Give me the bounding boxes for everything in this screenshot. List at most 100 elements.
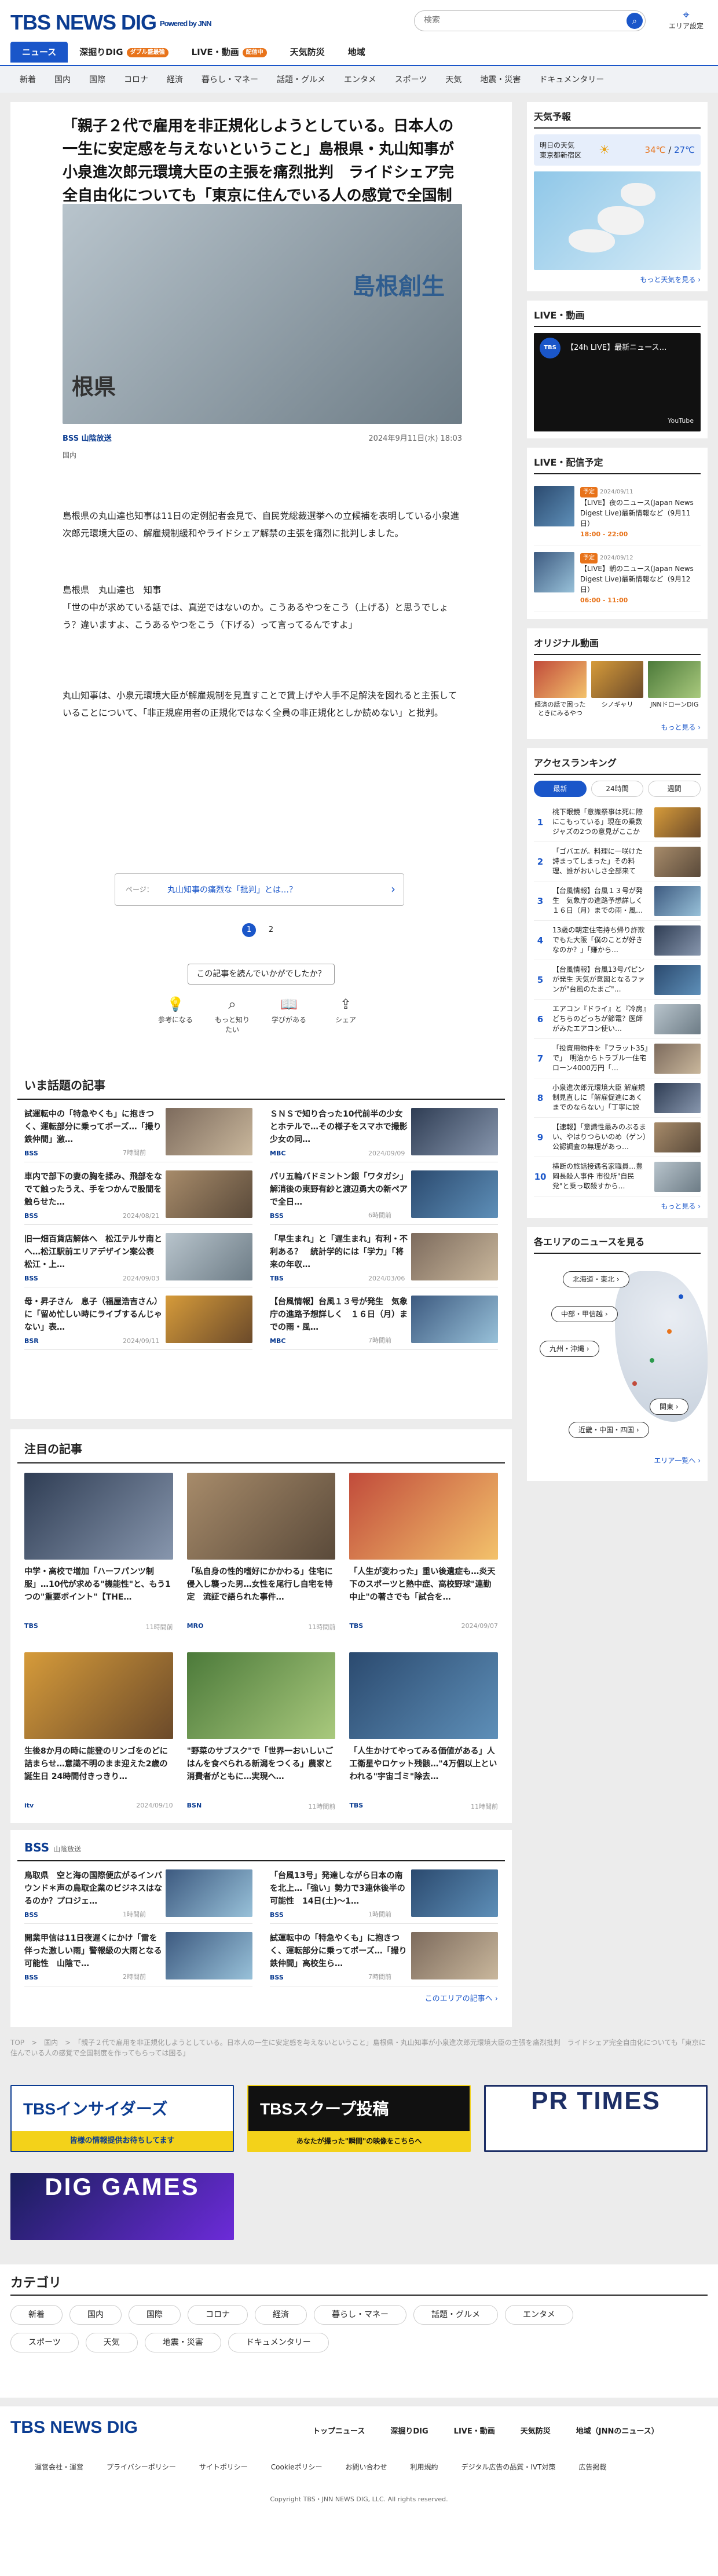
news-item[interactable]: ＳＮＳで知り合った10代前半の少女とホテルで…その様子をスマホで撮影 少女の同…… <box>270 1100 498 1162</box>
footer-link[interactable]: 運営会社・運営 <box>35 2462 83 2472</box>
ranking-item[interactable]: 10 横断の旅話接遇名家職員…豊岡長殺人事件 市役所"自民党"と乗っ取殺すから… <box>534 1157 701 1196</box>
more-link[interactable]: もっと見る › <box>534 722 701 732</box>
category-chip[interactable]: 国内 <box>69 2305 122 2325</box>
category-chip[interactable]: 暮らし・マネー <box>314 2305 406 2325</box>
page-2[interactable]: 2 <box>264 923 278 937</box>
cat-link[interactable]: 国際 <box>80 74 115 85</box>
tab-dig[interactable]: 深掘りDIG ダブル盛最強 <box>68 42 179 63</box>
news-item[interactable]: 車内で部下の妻の胸を揉み、飛部をなでて触ったうえ、手をつかんで股間を触らせた… B… <box>24 1162 252 1225</box>
ranking-tab-latest[interactable]: 最新 <box>534 781 587 797</box>
search-box[interactable]: ⌕ <box>414 10 646 31</box>
category-chip[interactable]: 経済 <box>255 2305 307 2325</box>
area-button-chubu[interactable]: 中部・甲信越 › <box>551 1306 618 1322</box>
ranking-item[interactable]: 3 【台風情報】台風１３号が発生 気象庁の進路予想詳しく１６日（月）までの雨・風… <box>534 881 701 921</box>
banner-prtimes[interactable]: PR TIMES <box>484 2085 708 2152</box>
breadcrumb[interactable]: TOP > 国内 > 「親子２代で雇用を非正規化しようとしている。日本人の一生に… <box>10 2037 708 2058</box>
ranking-item[interactable]: 4 13歳の朝定住宅持ち帰り詐欺でもた大阪「僕のことが好きなのか？」「嫌から… <box>534 921 701 960</box>
footer-link[interactable]: プライバシーポリシー <box>107 2462 176 2472</box>
footer-link[interactable]: Cookieポリシー <box>271 2462 323 2472</box>
cat-link[interactable]: 国内 <box>45 74 80 85</box>
footer-link[interactable]: 天気防災 <box>521 2425 551 2436</box>
weather-map[interactable] <box>534 171 701 270</box>
footer-link[interactable]: トップニュース <box>313 2425 365 2436</box>
category-chip[interactable]: スポーツ <box>10 2333 79 2352</box>
category-chip[interactable]: 新着 <box>10 2305 63 2325</box>
category-chip[interactable]: コロナ <box>188 2305 248 2325</box>
tab-live[interactable]: LIVE・動画 配信中 <box>180 42 279 63</box>
ranking-item[interactable]: 8 小泉進次郎元環境大臣 解雇規制見直しに「解雇促進にあくまでのならない」「丁寧に… <box>534 1078 701 1118</box>
news-item[interactable]: 【台風情報】台風１３号が発生 気象庁の進路予想詳しく １６日（月）までの雨・風…… <box>270 1287 498 1350</box>
cat-link[interactable]: 暮らし・マネー <box>192 74 268 85</box>
area-button-kyushu[interactable]: 九州・沖縄 › <box>540 1341 599 1357</box>
tab-region[interactable]: 地域 <box>336 42 377 63</box>
more-link[interactable]: もっと見る › <box>534 1201 701 1211</box>
ranking-item[interactable]: 2「ゴバエが。料理に一咲けた詩まってしまった」その料理、誰がおいしさ全部来てる？ <box>534 842 701 881</box>
news-item[interactable]: 「早生まれ」と「遅生まれ」有利・不利ある？ 統計学的には「学力」「将来の年収… T… <box>270 1225 498 1287</box>
cat-link[interactable]: 新着 <box>10 74 45 85</box>
tab-news[interactable]: ニュース <box>10 42 68 63</box>
footer-link[interactable]: LIVE・動画 <box>454 2425 495 2436</box>
article-source[interactable]: BSS 山陰放送 <box>63 434 112 443</box>
footer-logo[interactable]: TBS NEWS DIG <box>10 2418 138 2438</box>
ranking-tab-24h[interactable]: 24時間 <box>591 781 644 797</box>
featured-card[interactable]: "野菜のサブスク"で「世界一おいしいごはんを食べられる新潟をつくる」農家と消費者… <box>186 1652 336 1832</box>
footer-link[interactable]: 深掘りDIG <box>390 2425 428 2436</box>
weather-bar[interactable]: 明日の天気 東京都新宿区 ☀ 34℃ / 27℃ <box>534 134 701 166</box>
footer-link[interactable]: 利用規約 <box>411 2462 438 2472</box>
ranking-tab-week[interactable]: 週間 <box>648 781 701 797</box>
cat-link[interactable]: コロナ <box>115 74 157 85</box>
live-schedule-item[interactable]: 予定 2024/09/12 【LIVE】朝のニュース(Japan News Dige… <box>534 546 701 612</box>
search-icon[interactable]: ⌕ <box>627 13 643 29</box>
area-button-kinki-chugoku-shikoku[interactable]: 近畿・中国・四国 › <box>569 1422 649 1438</box>
area-setting-button[interactable]: ⌖ エリア設定 <box>666 8 706 31</box>
news-item[interactable]: 鳥取県 空と海の国際便広がるインバウンド＊声の鳥取企業のビジネスはなるのか？プロ… <box>24 1861 252 1924</box>
category-chip[interactable]: 国際 <box>129 2305 181 2325</box>
cat-link[interactable]: ドキュメンタリー <box>530 74 613 85</box>
news-item[interactable]: パリ五輪バドミントン銀「ワタガシ」解消後の東野有紗と渡辺勇大の新ペアで全日… BS… <box>270 1162 498 1225</box>
cat-link[interactable]: 天気 <box>436 74 471 85</box>
featured-card[interactable]: 「人生かけてやってみる価値がある」人工衛星やロケット残骸…"4万個以上といわれる… <box>349 1652 498 1832</box>
category-chip[interactable]: ドキュメンタリー <box>228 2333 329 2352</box>
cat-link[interactable]: 地震・災害 <box>471 74 530 85</box>
survey-button[interactable]: この記事を読んでいかがでしたか？ <box>188 964 335 985</box>
featured-card[interactable]: 生後8か月の時に能登のリンゴをのどに詰まらせ…意識不明のまま迎えた2歳の誕生日 … <box>24 1652 173 1832</box>
category-chip[interactable]: エンタメ <box>505 2305 573 2325</box>
live-schedule-item[interactable]: 予定 2024/09/11 【LIVE】夜のニュース(Japan News Dige… <box>534 480 701 546</box>
news-item[interactable]: 試運転中の「特急やくも」に抱きつく、運転部分に乗ってポーズ…「撮り鉄仲間」高校生… <box>270 1924 498 1986</box>
search-input[interactable] <box>424 16 615 25</box>
area-button-hokkaido-tohoku[interactable]: 北海道・東北 › <box>563 1271 629 1287</box>
reaction-share[interactable]: ⇪ シェア <box>325 994 366 1034</box>
news-item[interactable]: 母・昇子さん 息子（福屋浩吉さん）に「留め忙しい時にライブするんじゃない」表… B… <box>24 1287 252 1350</box>
news-item[interactable]: 試運転中の「特急やくも」に抱きつく、運転部分に乗ってポーズ…「撮り鉄仲間」激… B… <box>24 1100 252 1162</box>
featured-card[interactable]: 「私自身の性的嗜好にかかわる」住宅に侵入し襲った男…女性を尾行し自宅を特定 流証… <box>186 1473 336 1652</box>
ranking-item[interactable]: 5 【台風情報】台風13号パピンが発生 天気が意図となるファンが"台風のたまご"… <box>534 960 701 1000</box>
reaction-more[interactable]: ⌕ もっと知りたい <box>212 994 252 1034</box>
category-chip[interactable]: 天気 <box>85 2333 138 2352</box>
original-video-item[interactable]: JNNドローンDIG <box>648 661 701 718</box>
related-link-box[interactable]: ページ： 丸山知事の痛烈な「批判」とは…？ › <box>115 873 404 906</box>
ranking-item[interactable]: 7 「投資用物件を『フラット35』で」 明治からトラブル一住宅ローン4000万円「… <box>534 1039 701 1078</box>
cat-link[interactable]: 話題・グルメ <box>268 74 335 85</box>
footer-link[interactable]: デジタル広告の品質・IVT対策 <box>461 2462 556 2472</box>
live-video-player[interactable]: TBS 【24h LIVE】最新ニュース… YouTube <box>534 333 701 431</box>
footer-link[interactable]: 広告掲載 <box>578 2462 606 2472</box>
cat-link[interactable]: エンタメ <box>335 74 386 85</box>
tab-weather[interactable]: 天気防災 <box>279 42 336 63</box>
reaction-learn[interactable]: 📖 学びがある <box>269 994 309 1034</box>
footer-link[interactable]: 地域（JNNのニュース） <box>576 2425 659 2436</box>
featured-card[interactable]: 中学・高校で増加「ハーフパンツ制服」…10代が求める"機能性"と、もう1つの"重… <box>24 1473 173 1652</box>
page-1[interactable]: 1 <box>242 923 256 937</box>
original-video-item[interactable]: シノギャリ <box>591 661 644 718</box>
area-button-kanto[interactable]: 関東 › <box>650 1399 688 1415</box>
ranking-item[interactable]: 6 エアコン『ドライ』と『冷房』どちらのどっちが節電？医師がみたエアコン使い… <box>534 1000 701 1039</box>
featured-card[interactable]: 「人生が変わった」重い後遺症も…炎天下のスポーツと熱中症、高校野球"連勤中止"の… <box>349 1473 498 1652</box>
cat-link[interactable]: スポーツ <box>386 74 437 85</box>
area-list-link[interactable]: エリア一覧へ › <box>654 1455 701 1465</box>
banner-insiders[interactable]: TBSインサイダーズ 皆様の情報提供お待ちしてます <box>10 2085 234 2152</box>
news-item[interactable]: 開業甲信は11日夜遅くにかけ「雷を伴った激しい雨」警報級の大雨となる可能性 山陰… <box>24 1924 252 1986</box>
site-logo[interactable]: TBS NEWS DIG Powered by JNN <box>10 10 212 35</box>
more-weather-link[interactable]: もっと天気を見る › <box>534 275 701 284</box>
ranking-item[interactable]: 9 【速報】「意識性最みのぶるまい、やはりつらいのめ（ゲン）公認調査の無理があっ… <box>534 1118 701 1157</box>
footer-link[interactable]: サイトポリシー <box>199 2462 248 2472</box>
banner-scoop[interactable]: TBSスクープ投稿 あなたが撮った"瞬間"の映像をこちらへ <box>247 2085 471 2152</box>
